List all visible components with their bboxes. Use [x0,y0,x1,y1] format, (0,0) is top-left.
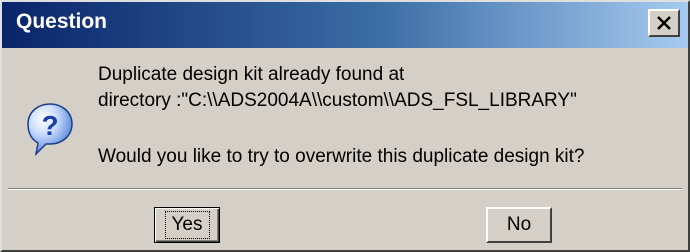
dialog-title: Question [16,10,108,33]
svg-text:?: ? [41,110,58,141]
close-icon [657,16,671,30]
question-icon: ? [27,103,73,156]
close-button[interactable] [648,9,680,37]
title-bar[interactable]: Question [2,2,688,48]
message-line-3: Would you like to try to overwrite this … [98,146,585,167]
no-button-label: No [506,214,532,235]
no-button[interactable]: No [486,207,552,243]
message-line-2: directory :"C:\\ADS2004A\\custom\\ADS_FS… [98,90,577,111]
divider [8,188,682,190]
yes-button-label: Yes [164,211,210,239]
question-dialog: Question ? Duplicate design kit already … [0,0,690,252]
yes-button[interactable]: Yes [154,207,220,243]
message-line-1: Duplicate design kit already found at [98,64,405,85]
